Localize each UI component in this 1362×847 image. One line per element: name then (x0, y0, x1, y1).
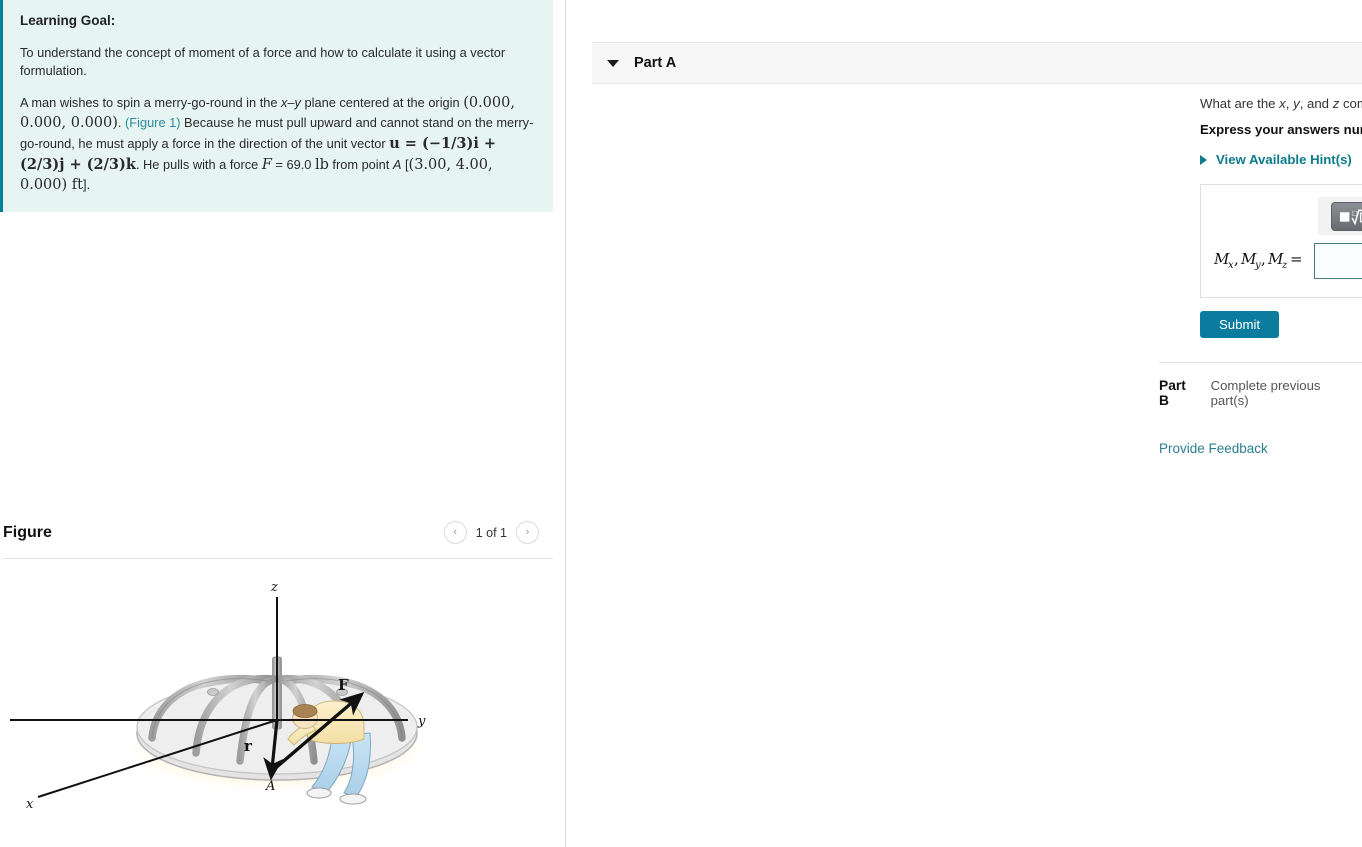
figure-next-button[interactable]: › (516, 521, 539, 544)
merry-go-round-diagram: y z x r F A (0, 575, 553, 835)
math-toolbar: □ ΑΣϕ ↓↑ vec (1318, 197, 1362, 235)
lg-text-a: A man wishes to spin a merry-go-round in… (20, 94, 282, 110)
figure-title: Figure (3, 524, 52, 541)
svg-text:,: , (1261, 250, 1266, 268)
figure-pagination: ‹ 1 of 1 › (443, 521, 539, 544)
svg-text:,: , (1234, 250, 1239, 268)
problem-page: Learning Goal: To understand the concept… (0, 0, 1362, 847)
figure-1-link[interactable]: (Figure 1) (125, 115, 180, 130)
lg-force-unit: lb (314, 156, 329, 173)
learning-goal-paragraph-2: A man wishes to spin a merry-go-round in… (20, 93, 537, 196)
diagram-svg: y z x r F A (10, 580, 427, 812)
lg-bracket-open: [ (401, 156, 409, 172)
right-panel: Part A What are the x, y, and z componen… (567, 0, 1362, 847)
lg-text-e: from point (328, 156, 393, 172)
provide-feedback-link[interactable]: Provide Feedback (1159, 441, 1268, 456)
question-var-y: y (1293, 96, 1300, 111)
hint-caret-icon (1200, 154, 1207, 165)
part-b-title: Part B (1159, 378, 1186, 408)
lg-bracket-close: ]. (82, 177, 91, 193)
figure-prev-button[interactable]: ‹ (443, 521, 467, 544)
answer-entry-box: □ ΑΣϕ ↓↑ vec (1200, 184, 1362, 298)
part-a-title: Part A (634, 55, 677, 71)
lg-xy-plane: x–y (281, 94, 301, 110)
figure-divider (3, 558, 553, 559)
part-a-instruction: Express your answers numerically in poun… (1200, 122, 1362, 137)
view-hints-toggle[interactable]: View Available Hint(s) (1200, 152, 1352, 167)
question-prefix: What are the (1200, 96, 1280, 111)
submit-button[interactable]: Submit (1200, 311, 1280, 338)
lg-force-value: = 69.0 (271, 156, 315, 172)
answer-row: M x , M y , M z = lb · ft (1213, 243, 1362, 279)
question-suffix: components of the resulting moment actin… (1342, 96, 1362, 111)
chevron-right-icon: › (525, 526, 530, 538)
lg-text-d: . He pulls with a force (135, 156, 262, 172)
lg-text-b: plane centered at the origin (300, 94, 464, 110)
learning-goal-title: Learning Goal: (20, 13, 116, 28)
learning-goal-paragraph-1: To understand the concept of moment of a… (20, 44, 506, 78)
svg-text:y: y (1254, 260, 1261, 270)
nth-root-glyph: □ (1339, 209, 1362, 225)
lg-period: . (117, 115, 126, 131)
nth-root-template-button[interactable]: □ (1331, 201, 1362, 231)
question-var-x: x (1279, 96, 1286, 111)
learning-goal-box: Learning Goal: To understand the concept… (0, 0, 553, 212)
svg-text:=: = (1290, 250, 1303, 268)
figure-header: Figure ‹ 1 of 1 › (0, 521, 553, 560)
part-a-header[interactable]: Part A (592, 42, 1362, 84)
left-panel: Learning Goal: To understand the concept… (0, 0, 566, 847)
vector-r-label: r (244, 737, 253, 755)
chevron-left-icon: ‹ (453, 526, 458, 538)
axis-label-z: z (270, 580, 278, 595)
question-comma-2: , and (1299, 96, 1333, 111)
axis-label-x: x (26, 797, 34, 812)
answer-input[interactable] (1314, 243, 1362, 279)
figure-page-count: 1 of 1 (475, 525, 507, 540)
part-b-divider (1159, 362, 1362, 363)
view-hints-label: View Available Hint(s) (1216, 152, 1352, 167)
collapse-caret-icon[interactable] (607, 59, 619, 67)
vector-F-label: F (338, 676, 349, 694)
point-a-label: A (265, 779, 275, 794)
svg-text:z: z (1281, 260, 1288, 270)
answer-variable-label: M x , M y , M z = (1213, 248, 1314, 274)
lg-force-symbol: F (261, 156, 272, 173)
question-comma-1: , (1285, 96, 1294, 111)
part-a-question: What are the x, y, and z components of t… (1200, 95, 1362, 113)
part-b-status: Complete previous part(s) (1210, 378, 1321, 408)
axis-label-y: y (417, 714, 426, 729)
part-b-section[interactable]: Part B Complete previous part(s) (1159, 378, 1362, 408)
lg-length-unit: ft (67, 177, 83, 194)
moment-components-label: M x , M y , M z = (1213, 250, 1303, 271)
